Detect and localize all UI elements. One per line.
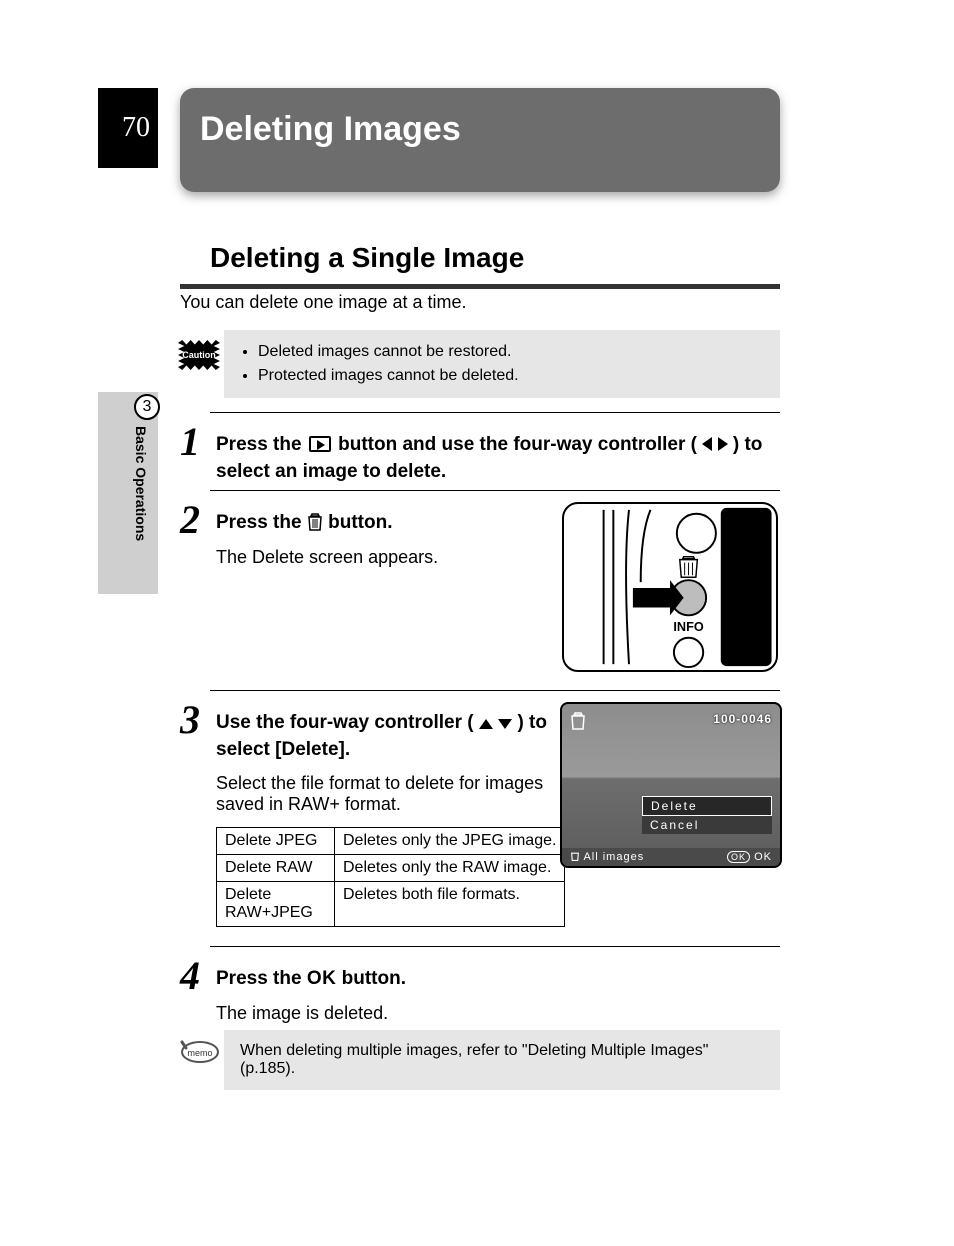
table-row: Delete RAW Deletes only the RAW image. [217, 855, 565, 882]
svg-text:memo: memo [187, 1048, 212, 1058]
text: All images [583, 851, 644, 863]
page-title-bar: Deleting Images [180, 88, 780, 192]
page-title: Deleting Images [200, 110, 461, 149]
chapter-number: 3 [143, 398, 152, 416]
table-cell: Deletes both file formats. [335, 882, 565, 927]
step-1-heading: Press the button and use the four-way co… [216, 432, 780, 485]
caution-badge: Caution [178, 340, 220, 370]
lcd-footer: All images OK OK [562, 848, 780, 866]
text: button and use the four-way controller ( [338, 434, 697, 455]
table-cell: Delete RAW+JPEG [217, 882, 335, 927]
trash-icon [307, 512, 328, 533]
step-2-desc: The Delete screen appears. [216, 547, 556, 568]
step-3-heading: Use the four-way controller ( ) to selec… [216, 710, 566, 763]
step-rule [210, 946, 780, 947]
table-row: Delete JPEG Deletes only the JPEG image. [217, 828, 565, 855]
page-number-block: 70 [98, 88, 158, 168]
playback-icon [309, 436, 331, 452]
lcd-menu-cancel: Cancel [642, 816, 772, 834]
lcd-file-number: 100-0046 [713, 712, 772, 726]
step-3-desc: Select the file format to delete for ima… [216, 773, 566, 815]
text: Use the four-way controller ( [216, 712, 474, 733]
chapter-number-badge: 3 [134, 394, 160, 420]
step-2-heading: Press the button. [216, 510, 556, 537]
table-cell: Deletes only the RAW image. [335, 855, 565, 882]
lcd-menu: Delete Cancel [642, 796, 772, 834]
section-heading: Deleting a Single Image [180, 236, 780, 284]
step-1: 1 Press the button and use the four-way … [180, 424, 780, 485]
step-number: 1 [180, 418, 200, 465]
caution-item: Deleted images cannot be restored. [258, 340, 764, 364]
chapter-label: Basic Operations [128, 426, 154, 586]
ok-badge-icon: OK [727, 851, 750, 863]
format-table: Delete JPEG Deletes only the JPEG image.… [216, 827, 565, 927]
lcd-trash-icon [570, 712, 586, 735]
text: Press the [216, 968, 307, 989]
text: OK [754, 851, 772, 863]
step-rule [210, 412, 780, 413]
table-cell: Delete RAW [217, 855, 335, 882]
memo-text: When deleting multiple images, refer to … [224, 1030, 780, 1090]
step-rule [210, 490, 780, 491]
up-arrow-icon [479, 719, 493, 729]
caution-callout: Caution Deleted images cannot be restore… [178, 330, 780, 398]
text: button. [342, 968, 406, 989]
camera-illustration: INFO [562, 502, 778, 672]
caution-box: Deleted images cannot be restored. Prote… [224, 330, 780, 398]
section-heading-block: Deleting a Single Image [180, 236, 780, 288]
step-4-heading: Press the OK button. [216, 966, 780, 993]
lcd-footer-left: All images [570, 851, 644, 863]
step-number: 4 [180, 952, 200, 999]
table-row: Delete RAW+JPEG Deletes both file format… [217, 882, 565, 927]
step-number: 3 [180, 696, 200, 743]
table-cell: Deletes only the JPEG image. [335, 828, 565, 855]
memo-callout: memo When deleting multiple images, refe… [178, 1030, 780, 1090]
memo-badge: memo [178, 1036, 220, 1069]
table-cell: Delete JPEG [217, 828, 335, 855]
left-arrow-icon [702, 437, 712, 451]
text: Press the [216, 434, 307, 455]
right-arrow-icon [718, 437, 728, 451]
lcd-screenshot: 100-0046 Delete Cancel All images OK OK [560, 702, 782, 868]
step-4-desc: The image is deleted. [216, 1003, 780, 1024]
text: button. [328, 512, 392, 533]
lcd-footer-right: OK OK [727, 851, 772, 863]
step-4: 4 Press the OK button. The image is dele… [180, 958, 780, 1024]
down-arrow-icon [498, 719, 512, 729]
caution-item: Protected images cannot be deleted. [258, 364, 764, 388]
lcd-menu-delete: Delete [642, 796, 772, 816]
text: Press the [216, 512, 307, 533]
ok-button-label-icon: OK [307, 968, 337, 989]
info-label: INFO [673, 620, 703, 634]
page-number: 70 [122, 112, 150, 144]
step-number: 2 [180, 496, 200, 543]
intro-text: You can delete one image at a time. [180, 292, 780, 313]
step-rule [210, 690, 780, 691]
